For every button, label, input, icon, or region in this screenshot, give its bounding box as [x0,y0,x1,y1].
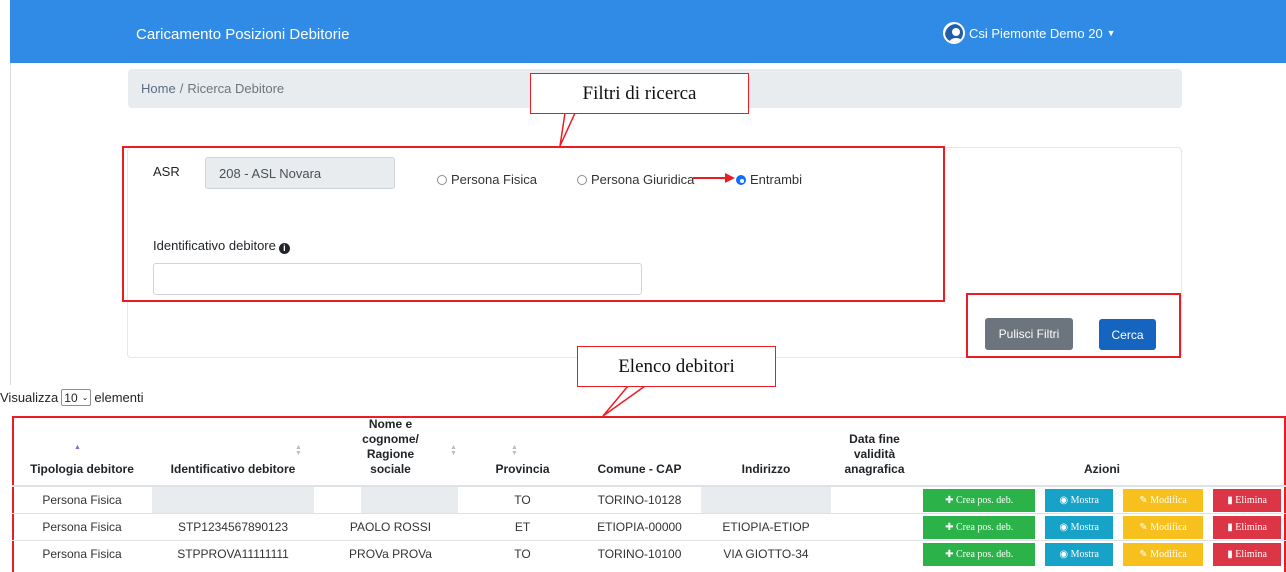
mostra-button[interactable]: ◉ Mostra [1045,515,1113,539]
filters-highlight-box [122,146,945,302]
plus-icon: ✚ [945,494,956,506]
breadcrumb-home[interactable]: Home [141,81,176,96]
col-header-data-fine: Data fine validità anagrafica [831,417,918,487]
page-length-value: 10 [64,390,78,405]
col-header-nome[interactable]: ▲ ▼ Nome e cognome/ Ragione sociale [314,417,467,487]
modifica-button[interactable]: ✎ Modifica [1123,488,1204,512]
modifica-button[interactable]: ✎ Modifica [1123,542,1204,566]
table-row: Persona Fisica TO TORINO-10128 ✚ Crea po… [12,485,1286,514]
cell-identificativo: STP1234567890123 [152,513,314,541]
cell-indirizzo: VIA GIOTTO-34 [701,540,831,567]
sort-icon: ▲ ▼ [295,444,302,457]
cell-data-fine [831,513,918,541]
page-length-control: Visualizza 10 ⌄ elementi [0,389,144,406]
length-prefix: Visualizza [0,390,59,405]
cell-azioni: ✚ Crea pos. deb. ◉ Mostra ✎ Modifica ▮ E… [918,513,1286,541]
chevron-down-icon: ⌄ [81,393,89,402]
mostra-button[interactable]: ◉ Mostra [1045,542,1113,566]
edit-icon: ✎ [1139,548,1151,560]
cell-identificativo: STPPROVA11111111 [152,540,314,567]
eye-icon: ◉ [1059,548,1071,560]
cell-provincia: TO [467,485,578,514]
crea-pos-deb-button[interactable]: ✚ Crea pos. deb. [923,515,1036,539]
cell-tipologia: Persona Fisica [12,540,152,567]
length-suffix: elementi [94,390,144,405]
table-header-row: ▲ Tipologia debitore ▲ ▼ Identificativo deb… [12,417,1286,487]
cell-tipologia: Persona Fisica [12,513,152,541]
edit-icon: ✎ [1139,521,1151,533]
cell-identificativo [152,485,314,514]
breadcrumb-separator: / [179,81,184,96]
modifica-button[interactable]: ✎ Modifica [1123,515,1204,539]
buttons-highlight-box [966,293,1181,358]
cell-nome: PROVa PROVa [314,540,467,567]
col-header-identificativo[interactable]: ▲ ▼ Identificativo debitore [152,417,314,487]
cell-tipologia: Persona Fisica [12,485,152,514]
debtors-table: ▲ Tipologia debitore ▲ ▼ Identificativo deb… [12,417,1286,567]
cell-nome [314,485,467,514]
sort-asc-icon: ▲ [74,444,81,451]
plus-icon: ✚ [945,521,956,533]
mostra-button[interactable]: ◉ Mostra [1045,488,1113,512]
edit-icon: ✎ [1139,494,1151,506]
user-avatar-icon [943,22,965,44]
cell-provincia: ET [467,513,578,541]
eye-icon: ◉ [1059,494,1071,506]
cell-azioni: ✚ Crea pos. deb. ◉ Mostra ✎ Modifica ▮ E… [918,540,1286,567]
page-length-select[interactable]: 10 ⌄ [61,389,92,406]
cell-indirizzo [701,485,831,514]
cell-indirizzo: ETIOPIA-ETIOP [701,513,831,541]
elimina-button[interactable]: ▮ Elimina [1213,542,1281,566]
cell-provincia: TO [467,540,578,567]
breadcrumb-current: Ricerca Debitore [187,81,285,96]
cell-comune: TORINO-10100 [578,540,701,567]
cell-data-fine [831,485,918,514]
col-header-comune: Comune - CAP [578,417,701,487]
callout-elenco-debitori: Elenco debitori [577,346,776,387]
crea-pos-deb-button[interactable]: ✚ Crea pos. deb. [923,542,1036,566]
elimina-button[interactable]: ▮ Elimina [1213,488,1281,512]
col-header-azioni: Azioni [918,417,1286,487]
cell-comune: TORINO-10128 [578,485,701,514]
callout-filtri-di-ricerca: Filtri di ricerca [530,73,749,114]
top-navbar: Caricamento Posizioni Debitorie Csi Piem… [10,0,1286,63]
cell-nome: PAOLO ROSSI [314,513,467,541]
cell-azioni: ✚ Crea pos. deb. ◉ Mostra ✎ Modifica ▮ E… [918,485,1286,514]
table-row: Persona Fisica STPPROVA11111111 PROVa PR… [12,540,1286,567]
table-row: Persona Fisica STP1234567890123 PAOLO RO… [12,513,1286,541]
sort-icon: ▲ ▼ [511,444,518,457]
user-menu[interactable]: Csi Piemonte Demo 20 ▼ [943,22,1116,44]
sidebar-divider [10,63,11,385]
col-header-tipologia[interactable]: ▲ Tipologia debitore [12,417,152,487]
crea-pos-deb-button[interactable]: ✚ Crea pos. deb. [923,488,1036,512]
col-header-indirizzo: Indirizzo [701,417,831,487]
sort-icon: ▲ ▼ [450,444,457,457]
chevron-down-icon: ▼ [1106,28,1116,38]
cell-comune: ETIOPIA-00000 [578,513,701,541]
eye-icon: ◉ [1059,521,1071,533]
cell-data-fine [831,540,918,567]
plus-icon: ✚ [945,548,956,560]
elimina-button[interactable]: ▮ Elimina [1213,515,1281,539]
col-header-provincia[interactable]: ▲ ▼ Provincia [467,417,578,487]
app-title[interactable]: Caricamento Posizioni Debitorie [136,26,349,43]
user-name: Csi Piemonte Demo 20 [969,25,1103,41]
